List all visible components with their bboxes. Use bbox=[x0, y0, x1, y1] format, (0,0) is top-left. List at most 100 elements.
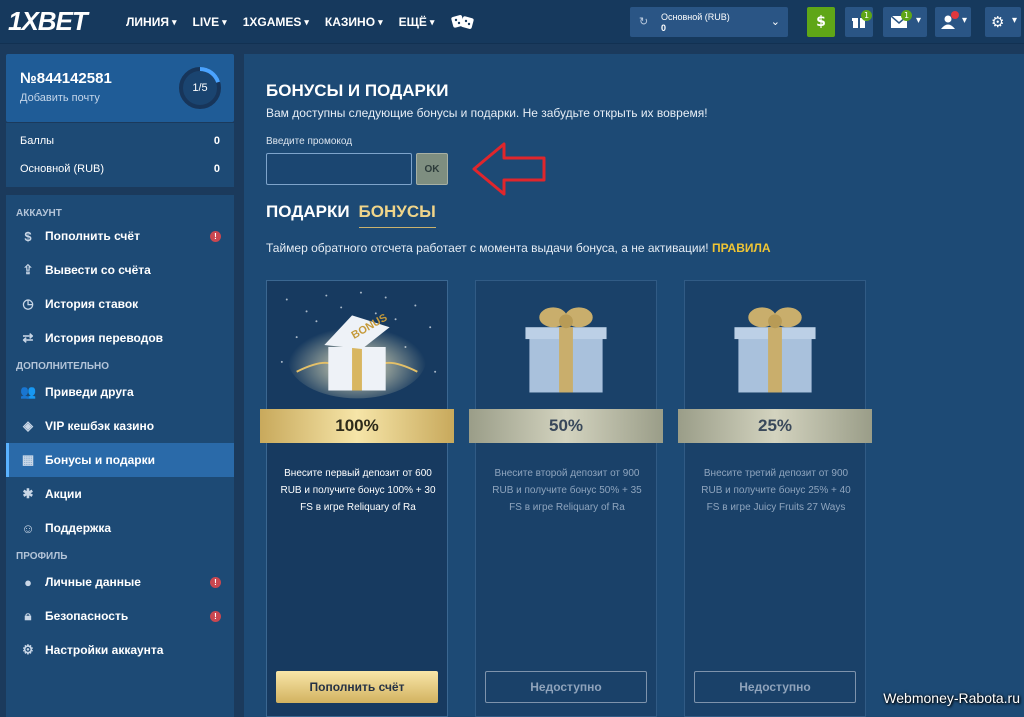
balance-amount: 0 bbox=[661, 23, 667, 33]
mail-badge: 1 bbox=[901, 10, 912, 21]
deposit-bonus-button[interactable]: Пополнить счёт bbox=[276, 671, 438, 703]
chevron-down-icon: ▾ bbox=[378, 16, 383, 27]
gift-box-icon bbox=[734, 307, 816, 393]
sidebar-item-label: Настройки аккаунта bbox=[45, 643, 164, 657]
timer-note: Таймер обратного отсчета работает с моме… bbox=[266, 241, 771, 255]
logo[interactable]: 1XBET bbox=[8, 6, 88, 37]
unavailable-button[interactable]: Недоступно bbox=[485, 671, 647, 703]
users-icon: 👥 bbox=[20, 384, 37, 399]
dollar-icon: $ bbox=[816, 14, 826, 30]
sidebar: №844142581 Добавить почту 1/5 Баллы 0 Осн… bbox=[6, 54, 234, 717]
nav-live[interactable]: LIVE ▾ bbox=[193, 15, 227, 29]
transfer-icon: ⇄ bbox=[22, 330, 34, 345]
support-icon: ☺ bbox=[21, 520, 35, 536]
tab-gifts[interactable]: ПОДАРКИ bbox=[266, 202, 350, 228]
timer-text: Таймер обратного отсчета работает с моме… bbox=[266, 241, 709, 255]
add-email-link[interactable]: Добавить почту bbox=[20, 92, 100, 104]
nav-casino[interactable]: КАЗИНО ▾ bbox=[325, 15, 383, 29]
lock-icon: 🔒︎ bbox=[24, 608, 32, 623]
rules-link[interactable]: ПРАВИЛА bbox=[712, 241, 771, 255]
sidebar-item-support[interactable]: ☺ Поддержка bbox=[6, 511, 234, 545]
sidebar-item-label: VIP кешбэк казино bbox=[45, 419, 155, 433]
sidebar-item-bet-history[interactable]: ◷ История ставок bbox=[6, 287, 234, 321]
section-account: АККАУНТ bbox=[16, 208, 62, 219]
sidebar-item-personal[interactable]: ● Личные данные! bbox=[6, 565, 234, 599]
sidebar-item-label: Акции bbox=[45, 487, 82, 501]
notification-dot bbox=[951, 11, 959, 19]
sidebar-item-label: Безопасность bbox=[45, 609, 129, 623]
main-content: БОНУСЫ И ПОДАРКИ Вам доступны следующие … bbox=[244, 54, 1024, 717]
nav-more-label: ЕЩЁ bbox=[398, 15, 427, 29]
section-extra: ДОПОЛНИТЕЛЬНО bbox=[16, 361, 110, 372]
gifts-button[interactable]: 1 bbox=[845, 7, 873, 37]
chevron-down-icon: ▾ bbox=[1011, 15, 1017, 26]
sidebar-item-transfer-history[interactable]: ⇄ История переводов bbox=[6, 321, 234, 355]
settings-button[interactable]: ⚙ ▾ bbox=[985, 7, 1021, 37]
sidebar-item-label: Приведи друга bbox=[45, 385, 134, 399]
bonus-card: BONUS 100% Внесите первый депозит от 600… bbox=[260, 280, 454, 717]
sidebar-item-withdraw[interactable]: ⇪ Вывести со счёта bbox=[6, 253, 234, 287]
refresh-icon[interactable]: ↻ bbox=[639, 15, 648, 28]
nav-line-label: ЛИНИЯ bbox=[126, 15, 169, 29]
bonus-chest-icon: BONUS bbox=[280, 291, 437, 399]
vip-icon: ◈ bbox=[23, 418, 33, 433]
chevron-down-icon: ▾ bbox=[222, 16, 227, 27]
nav-1xgames[interactable]: 1XGAMES ▾ bbox=[243, 15, 309, 29]
sidebar-item-label: Бонусы и подарки bbox=[45, 453, 155, 467]
sidebar-item-label: Вывести со счёта bbox=[45, 263, 151, 277]
balance-row: Баллы 0 bbox=[6, 127, 234, 155]
bonus-percent: 25% bbox=[678, 409, 872, 443]
bonus-card: 25% Внесите третий депозит от 900 RUB и … bbox=[678, 280, 872, 717]
chevron-down-icon: ▾ bbox=[961, 15, 967, 26]
page-subtitle: Вам доступны следующие бонусы и подарки.… bbox=[266, 106, 708, 120]
promo-input[interactable] bbox=[266, 153, 412, 185]
sidebar-item-invite[interactable]: 👥 Приведи друга bbox=[6, 375, 234, 409]
nav-live-label: LIVE bbox=[192, 15, 220, 29]
bonus-card: 50% Внесите второй депозит от 900 RUB и … bbox=[469, 280, 663, 717]
balance-row-label: Основной (RUB) bbox=[20, 163, 105, 175]
bonus-description: Внесите третий депозит от 900 RUB и полу… bbox=[701, 468, 851, 513]
tab-bonuses[interactable]: БОНУСЫ bbox=[358, 202, 436, 228]
progress-label: 1/5 bbox=[192, 82, 208, 94]
bonus-percent: 50% bbox=[469, 409, 663, 443]
section-profile: ПРОФИЛЬ bbox=[16, 551, 68, 562]
main-nav: ЛИНИЯ ▾ LIVE ▾ 1XGAMES ▾ КАЗИНО ▾ ЕЩЁ ▾ bbox=[126, 0, 476, 44]
sidebar-item-vip[interactable]: ◈ VIP кешбэк казино bbox=[6, 409, 234, 443]
top-bar: 1XBET ЛИНИЯ ▾ LIVE ▾ 1XGAMES ▾ КАЗИНО ▾ ЕЩЁ ▾… bbox=[0, 0, 1024, 44]
nav-casino-label: КАЗИНО bbox=[324, 15, 376, 29]
sidebar-item-bonuses[interactable]: ▦ Бонусы и подарки bbox=[6, 443, 234, 477]
nav-more[interactable]: ЕЩЁ ▾ bbox=[399, 15, 435, 29]
chevron-down-icon: ▾ bbox=[171, 16, 177, 27]
balance-row-value: 0 bbox=[213, 135, 220, 147]
profile-button[interactable]: ▾ bbox=[935, 7, 971, 37]
messages-button[interactable]: 1 ▾ bbox=[883, 7, 927, 37]
sidebar-item-label: Пополнить счёт bbox=[45, 229, 140, 243]
upload-icon: ⇪ bbox=[22, 262, 34, 277]
balance-row-label: Баллы bbox=[20, 135, 55, 147]
balance-row-value: 0 bbox=[213, 163, 220, 175]
sidebar-item-promo[interactable]: ✱ Акции bbox=[6, 477, 234, 511]
nav-line[interactable]: ЛИНИЯ ▾ bbox=[126, 15, 177, 29]
sidebar-item-security[interactable]: 🔒︎ Безопасность! bbox=[6, 599, 234, 633]
promo-ok-button[interactable]: OK bbox=[416, 153, 448, 185]
balance-selector[interactable]: ↻ Основной (RUB) 0 ⌄ bbox=[630, 7, 788, 37]
bonus-percent: 100% bbox=[260, 409, 454, 443]
bonus-description: Внесите второй депозит от 900 RUB и полу… bbox=[492, 468, 642, 513]
profile-progress: 1/5 bbox=[178, 66, 222, 110]
gear-icon: ⚙ bbox=[22, 642, 34, 657]
sidebar-item-deposit[interactable]: $ Пополнить счёт! bbox=[6, 219, 234, 253]
unavailable-button[interactable]: Недоступно bbox=[694, 671, 856, 703]
chevron-down-icon: ▾ bbox=[915, 15, 921, 26]
gift-box-icon bbox=[525, 307, 607, 393]
sidebar-item-label: Поддержка bbox=[45, 521, 112, 535]
account-card: №844142581 Добавить почту 1/5 bbox=[6, 54, 234, 122]
chevron-down-icon: ▾ bbox=[429, 16, 435, 27]
chevron-down-icon: ▾ bbox=[304, 16, 309, 27]
deposit-button[interactable]: $ bbox=[807, 7, 835, 37]
sidebar-item-settings[interactable]: ⚙ Настройки аккаунта bbox=[6, 633, 234, 667]
red-arrow-icon bbox=[472, 142, 546, 196]
sidebar-item-label: Личные данные bbox=[45, 575, 141, 589]
alert-icon: ! bbox=[210, 231, 221, 242]
dice-icon[interactable] bbox=[450, 12, 476, 32]
watermark: Webmoney-Rabota.ru bbox=[883, 690, 1020, 706]
